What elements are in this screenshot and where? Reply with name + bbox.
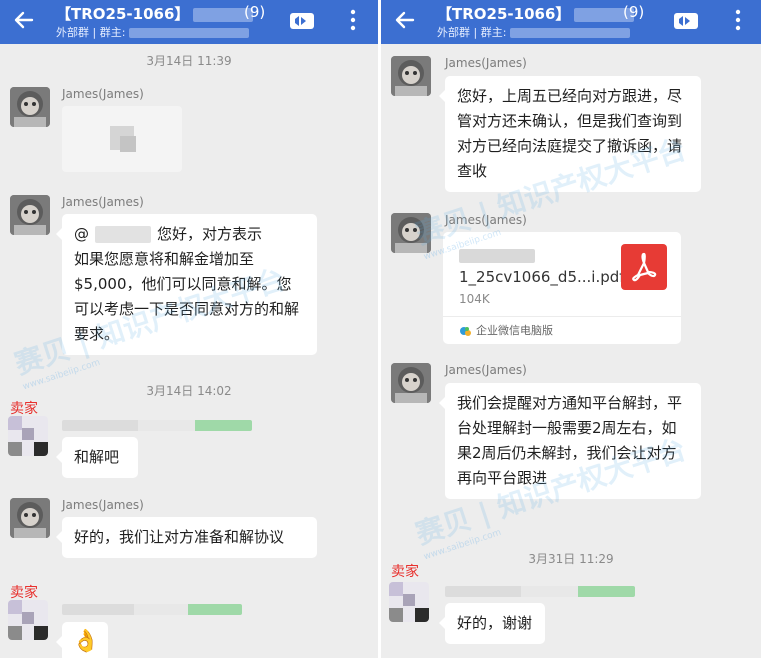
mention-redacted: [95, 226, 151, 243]
timestamp: 3月14日 11:39: [146, 54, 232, 68]
group-subtitle: 外部群 | 群主:: [437, 24, 631, 40]
member-count: (9): [244, 3, 266, 21]
more-vertical-icon[interactable]: [733, 8, 743, 32]
file-size: 104K: [459, 292, 490, 306]
file-source: 企业微信电脑版: [459, 322, 553, 338]
chat-screen-left: 【TRO25-1066】 (9) 外部群 | 群主: 3月14日 11:39 J…: [0, 0, 378, 658]
image-message[interactable]: [62, 106, 182, 172]
redacted-name: [62, 604, 242, 615]
avatar[interactable]: [391, 213, 431, 253]
group-subtitle: 外部群 | 群主:: [56, 24, 250, 40]
sender-name: James(James): [62, 87, 144, 101]
ok-hand-emoji: 👌: [72, 629, 100, 654]
sender-name: James(James): [445, 213, 527, 227]
sender-name: James(James): [62, 195, 144, 209]
message-bubble[interactable]: 好的，谢谢: [439, 603, 545, 644]
wecom-icon: [460, 326, 471, 336]
group-title: 【TRO25-1066】: [56, 3, 257, 24]
file-message[interactable]: 1_25cv1066_d5...i.pdf 104K 企业微信电脑版: [443, 232, 681, 344]
sender-name: James(James): [62, 498, 144, 512]
avatar[interactable]: [8, 600, 48, 640]
message-bubble[interactable]: 我们会提醒对方通知平台解封，平台处理解封一般需要2周左右，如果2周后仍未解封，我…: [439, 383, 701, 499]
avatar[interactable]: [10, 498, 50, 538]
video-call-icon[interactable]: [673, 10, 699, 32]
chat-header: 【TRO25-1066】 (9) 外部群 | 群主:: [0, 0, 378, 44]
avatar[interactable]: [391, 56, 431, 96]
message-bubble[interactable]: 您好，上周五已经向对方跟进，尽管对方还未确认，但是我们查询到对方已经向法庭提交了…: [439, 76, 701, 192]
chat-screen-right: 【TRO25-1066】 (9) 外部群 | 群主: James(James) …: [381, 0, 761, 658]
seller-tag: 卖家: [10, 585, 38, 601]
seller-tag: 卖家: [10, 401, 38, 417]
message-bubble[interactable]: 好的，我们让对方准备和解协议: [56, 517, 317, 558]
chat-header: 【TRO25-1066】 (9) 外部群 | 群主:: [381, 0, 761, 44]
avatar[interactable]: [10, 87, 50, 127]
file-name: 1_25cv1066_d5...i.pdf: [459, 244, 625, 288]
message-bubble[interactable]: @ 您好，对方表示 如果您愿意将和解金增加至$5,000，他们可以同意和解。您可以考…: [56, 214, 317, 355]
pdf-icon: [621, 244, 667, 290]
avatar[interactable]: [10, 195, 50, 235]
back-arrow-icon[interactable]: [393, 8, 417, 32]
timestamp: 3月14日 14:02: [146, 384, 232, 398]
member-count: (9): [623, 3, 645, 21]
video-call-icon[interactable]: [289, 10, 315, 32]
redacted-name: [62, 420, 252, 431]
message-bubble[interactable]: 和解吧: [56, 437, 138, 478]
more-vertical-icon[interactable]: [348, 8, 358, 32]
timestamp: 3月31日 11:29: [528, 552, 614, 566]
seller-tag: 卖家: [391, 564, 419, 580]
emoji-message[interactable]: 👌: [56, 622, 108, 658]
back-arrow-icon[interactable]: [12, 8, 36, 32]
sender-name: James(James): [445, 363, 527, 377]
avatar[interactable]: [391, 363, 431, 403]
redacted-name: [445, 586, 635, 597]
avatar[interactable]: [8, 416, 48, 456]
avatar[interactable]: [389, 582, 429, 622]
sender-name: James(James): [445, 56, 527, 70]
group-title: 【TRO25-1066】: [437, 3, 638, 24]
